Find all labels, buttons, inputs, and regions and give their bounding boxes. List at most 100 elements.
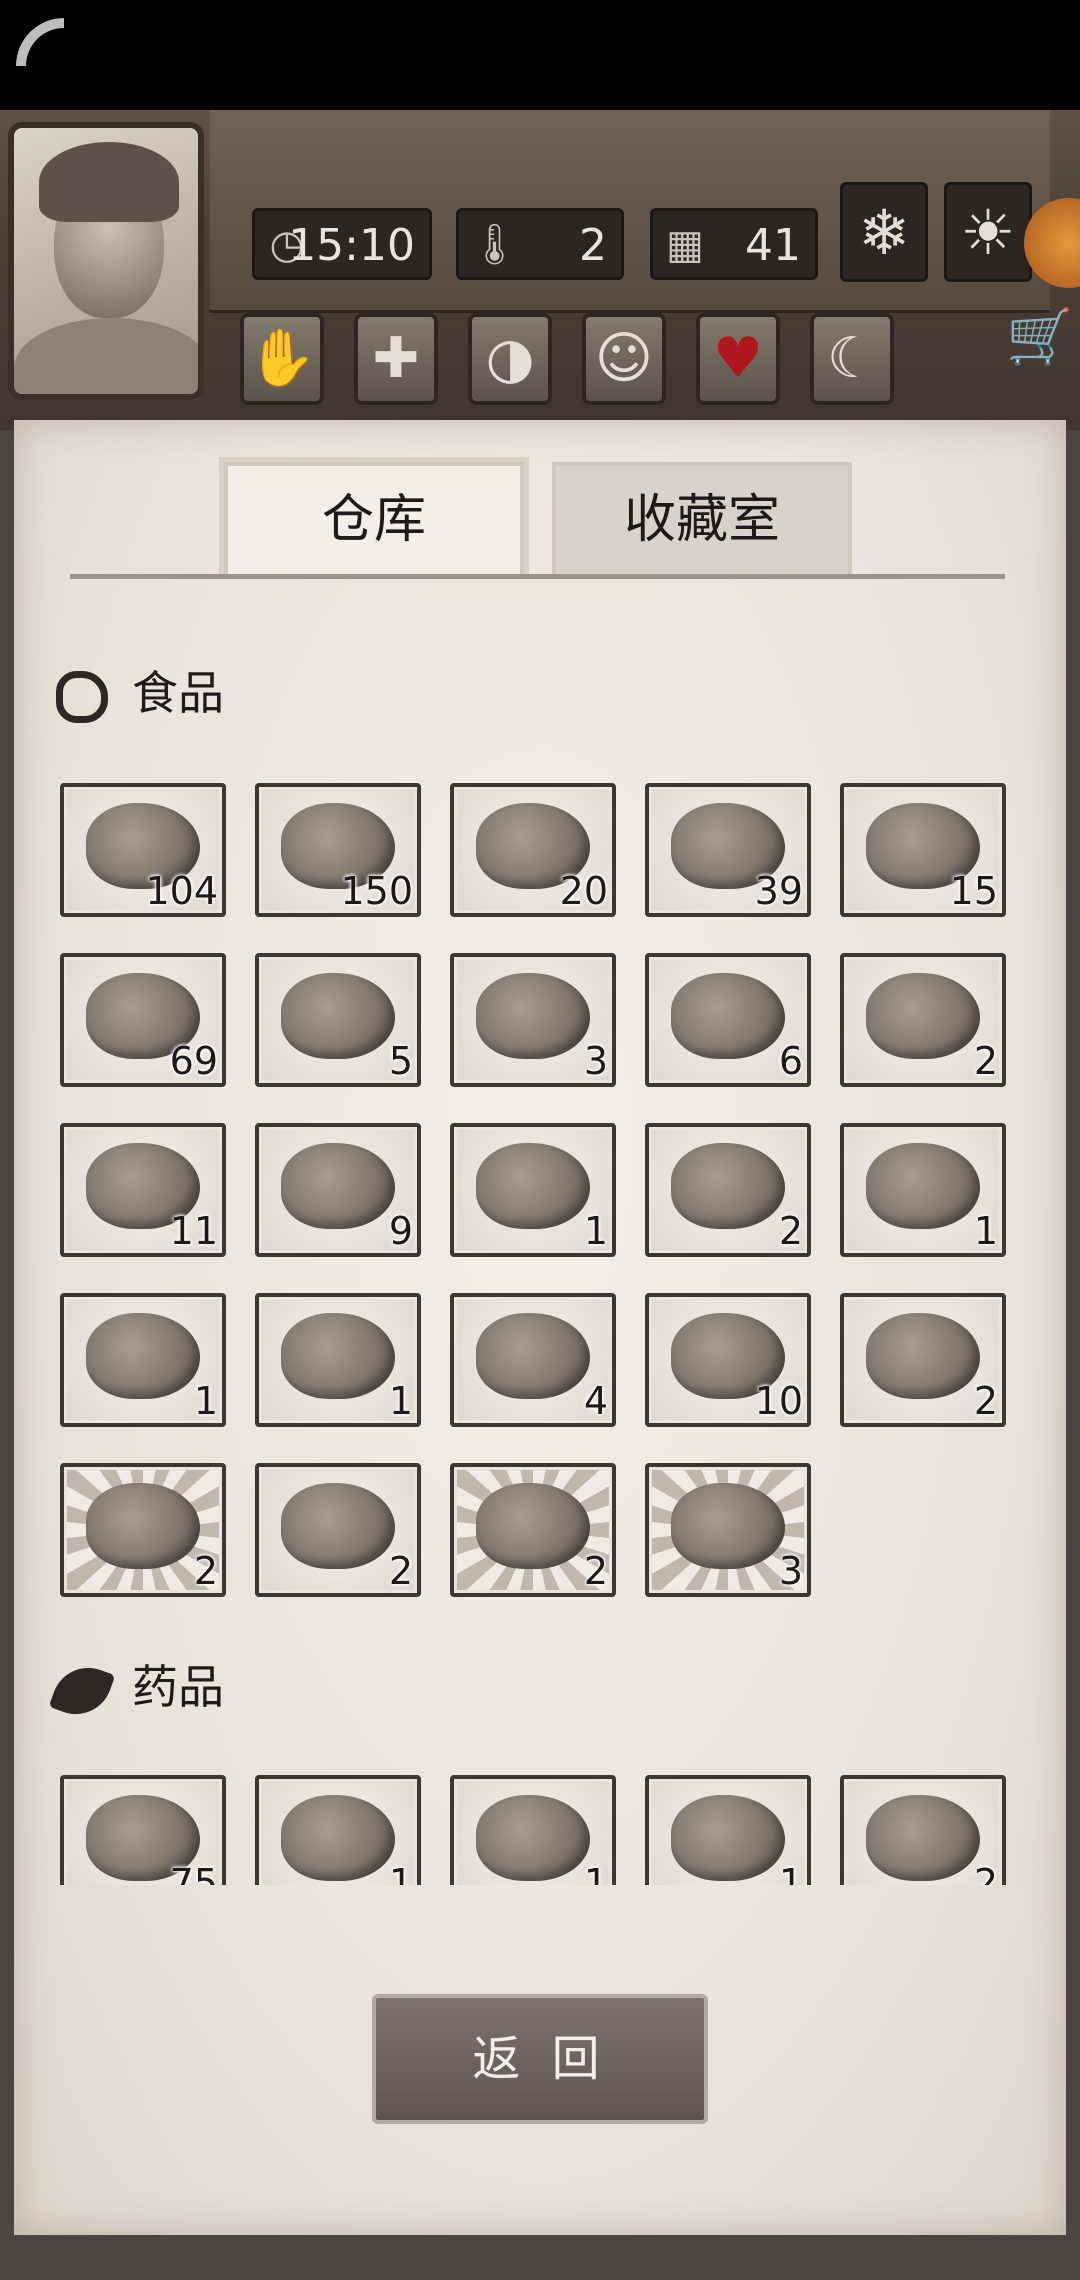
item-slot-skewer[interactable]: 5 [255,953,421,1087]
grouper-icon [86,1313,200,1399]
item-slot-ginseng-root[interactable]: 2 [840,1775,1006,1885]
pills-icon [476,1795,590,1881]
item-slot-trout[interactable]: 4 [450,1293,616,1427]
item-count: 39 [754,869,803,913]
item-count: 5 [388,1039,413,1083]
jerky-icon [671,973,785,1059]
day-readout: ▦ 41 [650,208,818,280]
item-slot-grouper[interactable]: 1 [60,1293,226,1427]
item-slot-herbs[interactable]: 75 [60,1775,226,1885]
cart-icon[interactable]: 🛒 [1006,305,1073,369]
item-count: 2 [193,1549,218,1593]
item-count: 1 [388,1861,413,1885]
portrait-shoulders [14,318,198,394]
item-count: 15 [949,869,998,913]
coconut-bowl-rare-icon [86,1483,200,1569]
bandage-icon [281,1795,395,1881]
item-count: 2 [973,1861,998,1885]
item-slot-skewer-rare[interactable]: 3 [645,1463,811,1597]
tab-warehouse[interactable]: 仓库 [224,462,524,574]
time-value: 15:10 [288,220,415,271]
character-portrait[interactable] [8,122,204,400]
section-food-header: 食品 [56,658,224,728]
item-slot-meat-steak[interactable]: 104 [60,783,226,917]
item-count: 2 [973,1379,998,1423]
lobster-icon [476,1143,590,1229]
portrait-hair [39,142,179,222]
sun-icon[interactable]: ☀ [944,182,1032,282]
meat-icon [56,670,108,723]
head-icon[interactable]: ☺ [582,313,666,405]
item-slot-hanging-fruit[interactable]: 2 [840,1293,1006,1427]
hand-icon[interactable]: ✋ [240,313,324,405]
item-slot-butterflyfish[interactable]: 9 [255,1123,421,1257]
item-slot-fried-food[interactable]: 15 [840,783,1006,917]
item-count: 69 [169,1039,218,1083]
section-medicine-title: 药品 [132,1660,224,1714]
temperature-readout: 🌡 2 [456,208,624,280]
item-count: 3 [778,1549,803,1593]
item-count: 1 [973,1209,998,1253]
calendar-icon: ▦ [666,222,704,268]
item-count: 2 [583,1549,608,1593]
dried-fish-icon [476,973,590,1059]
item-slot-hanging-fruit-2[interactable]: 2 [255,1463,421,1597]
tab-collection-room[interactable]: 收藏室 [552,462,852,574]
stomach-icon[interactable]: ◑ [468,313,552,405]
item-count: 9 [388,1209,413,1253]
section-food-title: 食品 [132,666,224,720]
item-count: 1 [583,1209,608,1253]
crab-icon [866,1143,980,1229]
item-slot-bandage[interactable]: 1 [255,1775,421,1885]
item-count: 75 [169,1861,218,1885]
item-slot-crab[interactable]: 1 [840,1123,1006,1257]
skewer-rare-icon [671,1483,785,1569]
hanging-fruit-icon [866,1313,980,1399]
leaf-icon [48,1657,116,1724]
jar-icon [671,1795,785,1881]
item-slot-honeycomb[interactable]: 39 [645,783,811,917]
item-count: 1 [193,1379,218,1423]
item-count: 150 [340,869,413,913]
angelfish-icon [281,1313,395,1399]
item-slot-squid[interactable]: 10 [645,1293,811,1427]
item-slot-pills[interactable]: 1 [450,1775,616,1885]
item-slot-coconut-bowl[interactable]: 20 [450,783,616,917]
ginseng-root-icon [866,1795,980,1881]
item-slot-eel[interactable]: 2 [645,1123,811,1257]
item-count: 1 [583,1861,608,1885]
item-slot-jerky[interactable]: 6 [645,953,811,1087]
day-value: 41 [745,220,801,271]
item-slot-coconut-bowl-rare[interactable]: 2 [60,1463,226,1597]
item-slot-potato[interactable]: 69 [60,953,226,1087]
item-count: 10 [754,1379,803,1423]
skewer-icon [281,973,395,1059]
item-count: 2 [388,1549,413,1593]
pufferfish-icon [866,973,980,1059]
item-count: 1 [778,1861,803,1885]
tab-divider [70,574,1005,579]
heart-icon[interactable]: ♥ [696,313,780,405]
item-slot-dried-fish[interactable]: 3 [450,953,616,1087]
item-count: 2 [973,1039,998,1083]
time-readout: ◷ 15:10 [252,208,432,280]
item-slot-jar[interactable]: 1 [645,1775,811,1885]
temperature-value: 2 [579,220,607,271]
medicine-grid: 75 1 1 1 2 [60,1775,1020,1885]
item-slot-fried-food-rare[interactable]: 2 [450,1463,616,1597]
trout-icon [476,1313,590,1399]
item-slot-coconut[interactable]: 150 [255,783,421,917]
moon-icon[interactable]: ☾ [810,313,894,405]
item-count: 11 [169,1209,218,1253]
item-slot-pufferfish[interactable]: 2 [840,953,1006,1087]
item-count: 20 [559,869,608,913]
butterflyfish-icon [281,1143,395,1229]
snowflake-icon[interactable]: ❄ [840,182,928,282]
eel-icon [671,1143,785,1229]
back-button[interactable]: 返 回 [372,1994,708,2124]
health-cross-icon[interactable]: ✚ [354,313,438,405]
item-slot-angelfish[interactable]: 1 [255,1293,421,1427]
item-slot-lobster[interactable]: 1 [450,1123,616,1257]
signal-arc-icon [16,18,64,66]
item-slot-salmon[interactable]: 11 [60,1123,226,1257]
